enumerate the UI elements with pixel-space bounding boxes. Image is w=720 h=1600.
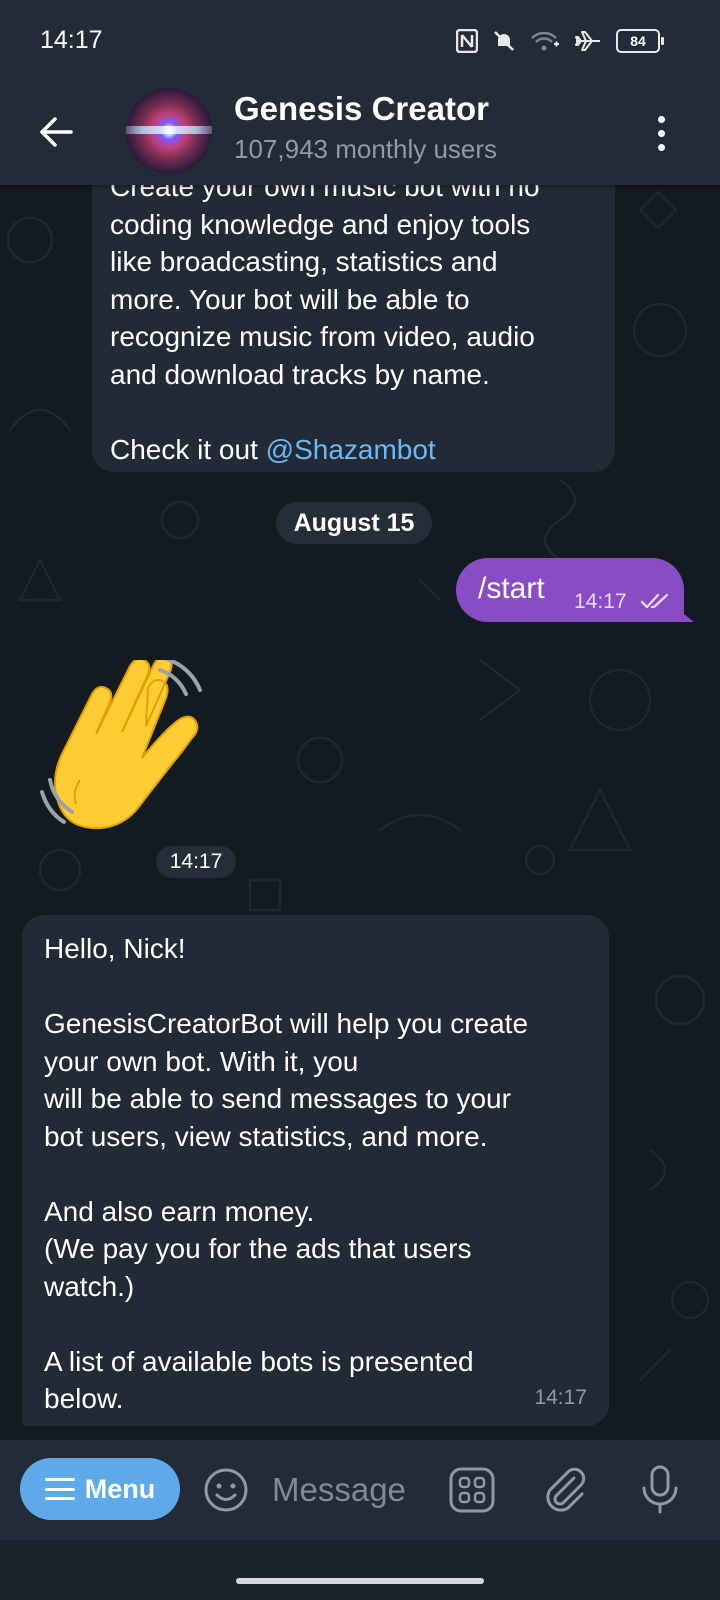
menu-icon xyxy=(44,1478,75,1500)
message-input-bar: Menu Message xyxy=(0,1440,720,1540)
chat-title[interactable]: Genesis Creator xyxy=(234,90,489,128)
sticker-time: 14:17 xyxy=(156,846,236,878)
menu-label: Menu xyxy=(84,1473,156,1504)
message-body: Create your own music bot with no coding… xyxy=(110,171,540,465)
more-dot-icon xyxy=(657,129,665,137)
date-separator: August 15 xyxy=(276,502,432,544)
airplane-mode-icon xyxy=(575,31,600,51)
wifi-icon xyxy=(531,31,559,51)
waving-hand-sticker[interactable] xyxy=(40,660,240,840)
status-time: 14:17 xyxy=(40,26,103,54)
message-input[interactable]: Message xyxy=(272,1466,432,1514)
incoming-message-bubble[interactable]: Hello, Nick! GenesisCreatorBot will help… xyxy=(22,915,609,1426)
double-check-icon xyxy=(640,593,669,609)
shazambot-link[interactable]: @Shazambot xyxy=(266,434,436,465)
nfc-icon xyxy=(456,29,478,53)
waving-hand-icon xyxy=(40,660,202,830)
system-navigation-bar xyxy=(0,1540,720,1600)
more-options-button[interactable] xyxy=(646,108,676,158)
status-icons: 84 xyxy=(456,26,664,56)
emoji-icon[interactable] xyxy=(202,1466,250,1514)
outgoing-message-text: /start xyxy=(478,572,545,605)
message-text: Hello, Nick! GenesisCreatorBot will help… xyxy=(44,933,529,1414)
battery-indicator: 84 xyxy=(616,29,664,53)
chat-header: Genesis Creator 107,943 monthly users xyxy=(0,82,720,185)
more-dot-icon xyxy=(657,143,665,151)
home-indicator[interactable] xyxy=(236,1578,484,1584)
incoming-message-bubble[interactable]: Create your own music bot with no coding… xyxy=(92,140,615,472)
more-dot-icon xyxy=(657,115,665,123)
message-time: 14:17 xyxy=(574,590,627,613)
mute-icon xyxy=(494,31,514,51)
bot-commands-icon[interactable] xyxy=(448,1466,496,1514)
attach-icon[interactable] xyxy=(540,1464,590,1514)
status-bar: 14:17 84 xyxy=(0,0,720,82)
microphone-icon[interactable] xyxy=(640,1464,680,1514)
message-time: 14:17 xyxy=(534,1385,587,1409)
message-text: Create your own music bot with no coding… xyxy=(110,168,605,468)
menu-button[interactable]: Menu xyxy=(20,1458,180,1520)
back-button[interactable] xyxy=(30,106,82,158)
chat-subtitle: 107,943 monthly users xyxy=(234,134,498,164)
outgoing-message-bubble[interactable]: /start 14:17 xyxy=(456,558,684,622)
avatar[interactable] xyxy=(126,88,212,174)
arrow-left-icon xyxy=(40,117,73,147)
